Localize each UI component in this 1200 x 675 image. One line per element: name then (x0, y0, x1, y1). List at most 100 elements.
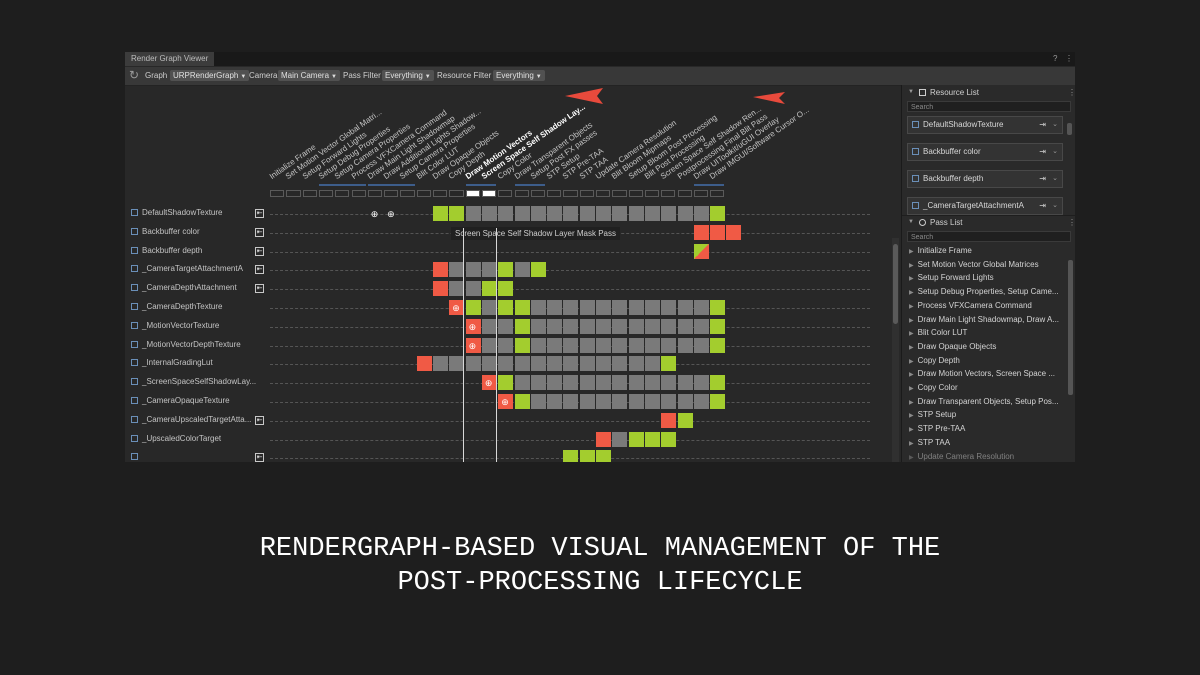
pass-header-box[interactable] (416, 190, 431, 197)
pass-list-item[interactable]: ▶ Blit Color LUT (909, 326, 967, 339)
read-cell[interactable] (661, 412, 677, 428)
resource-row-label[interactable]: _MotionVectorTexture (131, 317, 219, 335)
lifetime-cell[interactable] (563, 300, 579, 315)
lifetime-cell[interactable] (481, 262, 497, 278)
read-write-cell[interactable] (693, 243, 709, 259)
pass-header-box[interactable] (318, 190, 334, 197)
lifetime-cell[interactable] (596, 356, 611, 372)
lifetime-cell[interactable] (547, 300, 563, 315)
lifetime-cell[interactable] (530, 318, 546, 334)
lifetime-cell[interactable] (693, 394, 709, 409)
lifetime-cell[interactable] (693, 206, 709, 221)
resource-search-input[interactable]: Search (907, 101, 1071, 112)
collapse-icon[interactable]: ▼ (908, 216, 914, 229)
lifetime-cell[interactable] (661, 394, 677, 409)
lifetime-cell[interactable] (563, 356, 579, 372)
resource-row-label[interactable]: _ScreenSpaceSelfShadowLay... (131, 373, 256, 391)
read-cell[interactable] (596, 431, 611, 447)
lifetime-cell[interactable] (563, 206, 579, 221)
expand-triangle-icon[interactable]: ▶ (909, 318, 914, 324)
lifetime-cell[interactable] (644, 356, 660, 372)
lifetime-cell[interactable] (465, 281, 481, 297)
lifetime-cell[interactable] (547, 206, 563, 221)
expand-triangle-icon[interactable]: ▶ (909, 413, 914, 419)
resource-list-item[interactable]: Backbuffer color ⇥ ⌄ (907, 143, 1063, 161)
lifetime-cell[interactable] (596, 394, 611, 409)
lifetime-cell[interactable] (644, 300, 660, 315)
pass-list-item[interactable]: ▶ Set Motion Vector Global Matrices (909, 258, 1039, 271)
pass-list-item[interactable]: ▶ Setup Debug Properties, Setup Came... (909, 285, 1059, 298)
resource-list-item[interactable]: _CameraTargetAttachmentA ⇥ ⌄ (907, 197, 1063, 215)
pass-header-box[interactable] (367, 190, 383, 197)
resource-row-label[interactable]: Backbuffer depth (131, 242, 202, 260)
write-cell[interactable] (498, 375, 514, 391)
export-icon[interactable]: ⇥ (1039, 117, 1046, 133)
pass-list-item[interactable]: ▶ Setup Forward Lights (909, 271, 994, 284)
pass-list-item[interactable]: ▶ Update Camera Resolution (909, 450, 1014, 463)
resource-row-label[interactable]: _CameraOpaqueTexture (131, 392, 230, 410)
pass-list-item[interactable]: ▶ STP TAA (909, 436, 950, 449)
resource-list-item[interactable]: DefaultShadowTexture ⇥ ⌄ (907, 116, 1063, 134)
expand-triangle-icon[interactable]: ▶ (909, 359, 914, 365)
expand-triangle-icon[interactable]: ▶ (909, 345, 914, 351)
lifetime-cell[interactable] (661, 300, 677, 315)
resource-row-label[interactable]: DefaultShadowTexture (131, 204, 223, 222)
resource-row-label[interactable]: _MotionVectorDepthTexture (131, 336, 241, 354)
lifetime-cell[interactable] (547, 375, 563, 391)
scrollbar-thumb[interactable] (893, 244, 898, 324)
lifetime-cell[interactable] (514, 375, 530, 391)
import-icon[interactable]: ⇤ (255, 246, 264, 256)
lifetime-cell[interactable] (530, 300, 546, 315)
chevron-down-icon[interactable]: ⌄ (1052, 117, 1058, 133)
write-cell[interactable] (465, 300, 481, 315)
expand-triangle-icon[interactable]: ▶ (909, 290, 914, 296)
expand-triangle-icon[interactable]: ▶ (909, 372, 914, 378)
pass-header-box[interactable] (302, 190, 317, 197)
pass-filter-dropdown[interactable]: Everything ▼ (382, 70, 434, 81)
pass-header-box[interactable] (677, 190, 692, 197)
lifetime-cell[interactable] (612, 337, 628, 353)
lifetime-cell[interactable] (481, 318, 497, 334)
pass-list-item[interactable]: ▶ Copy Depth (909, 354, 960, 367)
pass-list-item[interactable]: ▶ Initialize Frame (909, 244, 972, 257)
expand-triangle-icon[interactable]: ▶ (909, 441, 914, 447)
lifetime-cell[interactable] (530, 337, 546, 353)
lifetime-cell[interactable] (661, 206, 677, 221)
help-icon[interactable]: ? (1053, 54, 1057, 64)
chevron-down-icon[interactable]: ⌄ (1052, 198, 1058, 214)
pass-header-box[interactable] (270, 190, 285, 197)
write-cell[interactable] (579, 450, 595, 462)
graph-dropdown[interactable]: URPRenderGraph ▼ (170, 70, 250, 81)
pass-header-box[interactable] (384, 190, 399, 197)
lifetime-cell[interactable] (563, 375, 579, 391)
pass-search-input[interactable]: Search (907, 231, 1071, 242)
lifetime-cell[interactable] (498, 206, 514, 221)
lifetime-cell[interactable] (612, 394, 628, 409)
write-cell[interactable] (498, 300, 514, 315)
lifetime-cell[interactable] (530, 206, 546, 221)
pass-header-box[interactable] (498, 190, 513, 197)
pass-header-box[interactable] (563, 190, 578, 197)
write-cell[interactable] (498, 262, 514, 278)
write-cell[interactable] (481, 281, 497, 297)
grid-vertical-scrollbar[interactable] (892, 238, 899, 462)
lifetime-cell[interactable] (677, 318, 693, 334)
refresh-icon[interactable]: ↻ (129, 68, 139, 82)
lifetime-cell[interactable] (693, 318, 709, 334)
write-cell[interactable] (644, 431, 660, 447)
pass-list-header[interactable]: ▼ Pass List ⋮ (902, 215, 1075, 229)
resource-list-scrollbar[interactable] (1067, 123, 1072, 135)
kebab-menu-icon[interactable]: ⋮ (1068, 86, 1075, 99)
lifetime-cell[interactable] (563, 318, 579, 334)
export-icon[interactable]: ⇥ (1039, 171, 1046, 187)
write-cell[interactable] (710, 318, 726, 334)
write-cell[interactable] (710, 375, 726, 391)
lifetime-cell[interactable] (514, 356, 530, 372)
import-icon[interactable]: ⇤ (255, 227, 264, 237)
lifetime-cell[interactable] (465, 206, 481, 221)
write-cell[interactable] (433, 206, 448, 221)
expand-triangle-icon[interactable]: ▶ (909, 400, 914, 406)
lifetime-cell[interactable] (644, 394, 660, 409)
write-cell[interactable] (514, 394, 530, 409)
pass-list-item[interactable]: ▶ Draw Motion Vectors, Screen Space ... (909, 367, 1055, 380)
